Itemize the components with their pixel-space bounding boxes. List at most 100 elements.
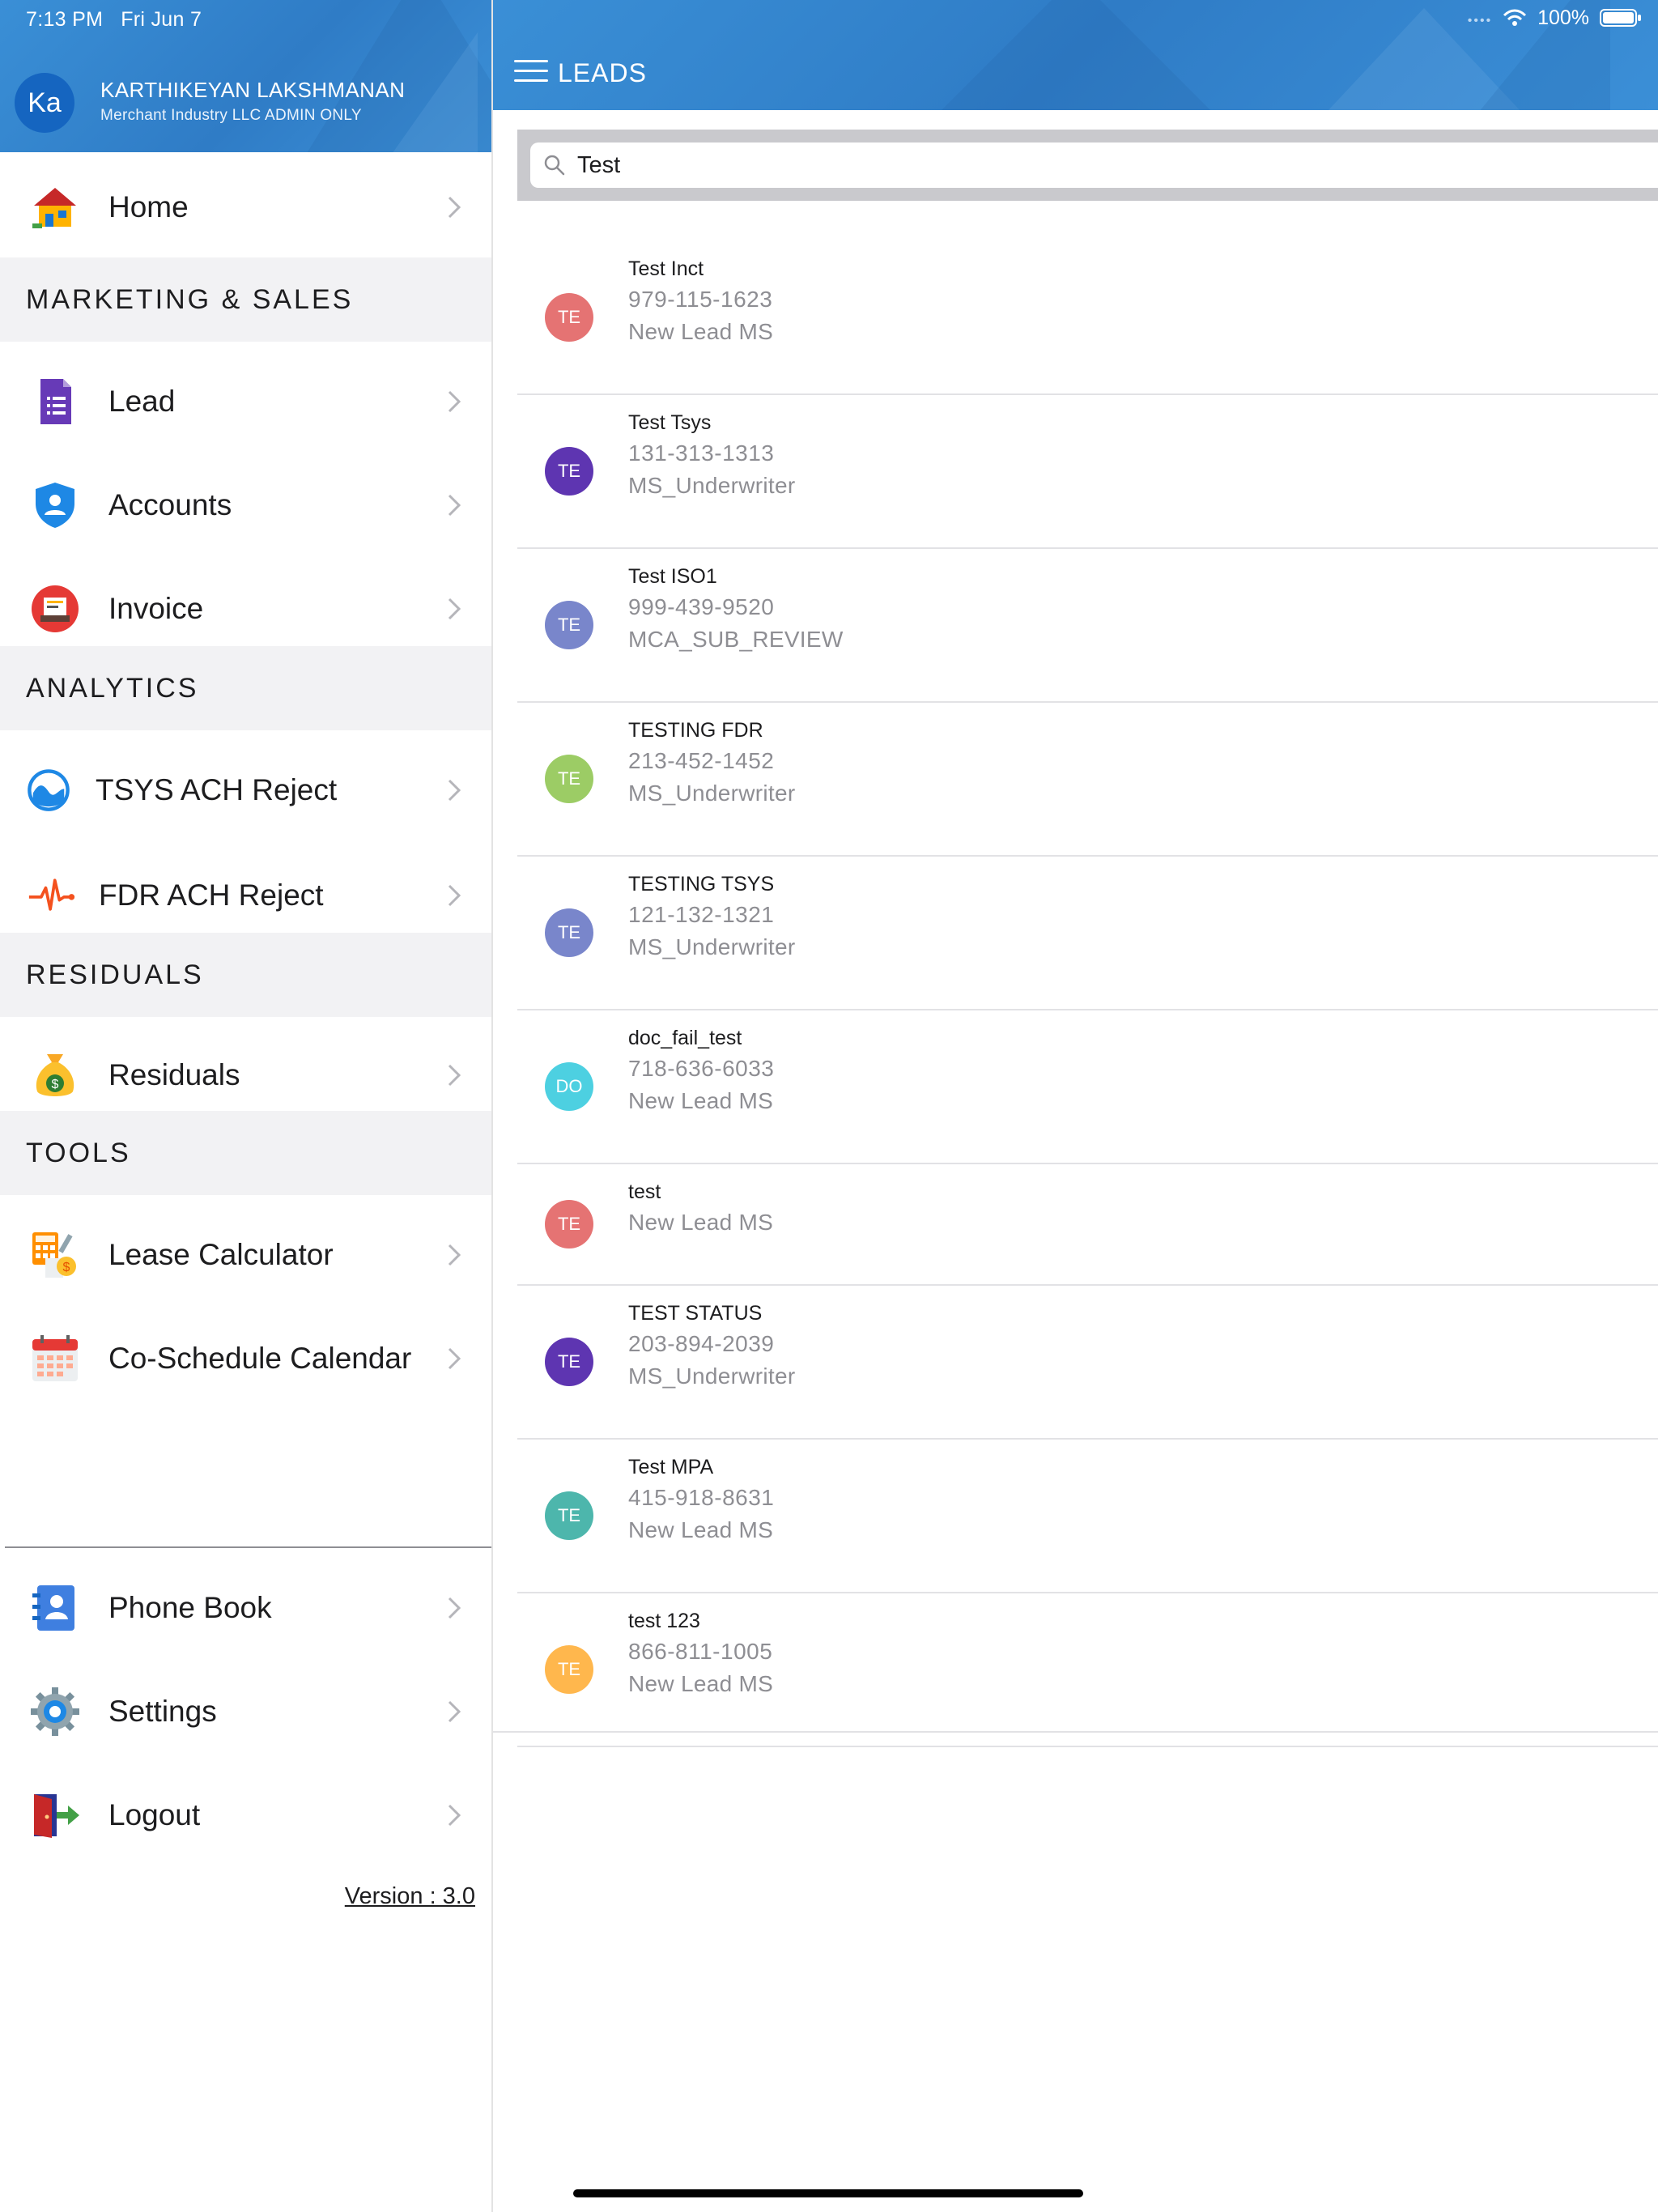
sidebar-header: 7:13 PM Fri Jun 7 Ka KARTHIKEYAN LAKSHMAN… bbox=[0, 0, 491, 152]
lead-avatar: DO bbox=[545, 1062, 593, 1111]
section-analytics: ANALYTICS bbox=[0, 646, 491, 730]
lead-avatar: TE bbox=[545, 293, 593, 342]
lead-name: test 123 bbox=[628, 1610, 700, 1632]
sidebar-item-phone-book[interactable]: Phone Book bbox=[0, 1559, 491, 1657]
sidebar-item-label: Accounts bbox=[108, 488, 232, 521]
chevron-right-icon bbox=[448, 779, 461, 802]
chevron-right-icon bbox=[448, 1064, 461, 1087]
lead-phone: 718-636-6033 bbox=[628, 1056, 775, 1081]
svg-text:$: $ bbox=[52, 1078, 59, 1091]
lead-phone: 203-894-2039 bbox=[628, 1331, 775, 1356]
section-residuals: RESIDUALS bbox=[0, 933, 491, 1017]
battery-icon bbox=[1600, 9, 1641, 27]
lead-status: MCA_SUB_REVIEW bbox=[628, 627, 844, 652]
lead-phone: 131-313-1313 bbox=[628, 440, 775, 466]
lead-phone: 213-452-1452 bbox=[628, 748, 775, 773]
leads-list: TE Test Inct 979-115-1623 New Lead MS TE Test… bbox=[517, 241, 1658, 1747]
sidebar-divider bbox=[5, 1546, 491, 1548]
house-icon bbox=[32, 188, 76, 228]
lead-status: New Lead MS bbox=[628, 1210, 774, 1235]
chevron-right-icon bbox=[448, 494, 461, 517]
lead-status: MS_Underwriter bbox=[628, 473, 796, 498]
sidebar-item-lead[interactable]: Lead bbox=[0, 353, 491, 450]
sidebar-item-invoice[interactable]: Invoice bbox=[0, 560, 491, 657]
lead-row[interactable]: TE test New Lead MS bbox=[517, 1164, 1658, 1286]
sidebar-item-label: FDR ACH Reject bbox=[99, 878, 324, 912]
lead-row[interactable]: TE Test Inct 979-115-1623 New Lead MS bbox=[517, 241, 1658, 395]
sidebar-item-fdr-ach-reject[interactable]: FDR ACH Reject bbox=[0, 847, 491, 944]
svg-text:$: $ bbox=[63, 1261, 70, 1274]
search-bar bbox=[517, 130, 1658, 201]
lead-row[interactable]: TE Test ISO1 999-439-9520 MCA_SUB_REVIEW bbox=[517, 549, 1658, 703]
lead-phone: 979-115-1623 bbox=[628, 287, 773, 312]
lead-status: MS_Underwriter bbox=[628, 1363, 796, 1389]
lead-status: New Lead MS bbox=[628, 1088, 774, 1113]
sidebar-item-accounts[interactable]: Accounts bbox=[0, 457, 491, 554]
calendar-icon bbox=[32, 1335, 78, 1381]
search-input[interactable] bbox=[577, 143, 1630, 188]
lead-name: Test ISO1 bbox=[628, 565, 717, 588]
lead-avatar: TE bbox=[545, 1491, 593, 1540]
cellular-icon: •••• bbox=[1467, 14, 1493, 28]
shield-user-icon bbox=[36, 483, 74, 528]
sidebar-item-label: Settings bbox=[108, 1695, 217, 1728]
sidebar-item-logout[interactable]: Logout bbox=[0, 1767, 491, 1864]
sidebar-item-co-schedule-calendar[interactable]: Co-Schedule Calendar bbox=[0, 1310, 491, 1407]
lead-status: New Lead MS bbox=[628, 319, 774, 344]
status-indicators: •••• 100% bbox=[1468, 6, 1642, 30]
lead-name: TESTING FDR bbox=[628, 719, 763, 742]
lead-avatar: TE bbox=[545, 755, 593, 803]
home-indicator[interactable] bbox=[573, 2189, 1083, 2197]
sidebar-item-label: Home bbox=[108, 190, 189, 223]
lead-avatar: TE bbox=[545, 447, 593, 496]
contacts-icon bbox=[32, 1585, 74, 1631]
chevron-right-icon bbox=[448, 1700, 461, 1723]
chevron-right-icon bbox=[448, 1244, 461, 1266]
lead-name: test bbox=[628, 1180, 661, 1203]
sidebar-item-label: Lease Calculator bbox=[108, 1238, 334, 1271]
sidebar: 7:13 PM Fri Jun 7 Ka KARTHIKEYAN LAKSHMAN… bbox=[0, 0, 493, 2212]
sidebar-item-tsys-ach-reject[interactable]: TSYS ACH Reject bbox=[0, 742, 491, 839]
lead-phone: 121-132-1321 bbox=[628, 902, 775, 927]
lead-row[interactable]: TE TESTING TSYS 121-132-1321 MS_Underwriter bbox=[517, 857, 1658, 1010]
lead-row[interactable]: TE TEST STATUS 203-894-2039 MS_Underwriter bbox=[517, 1286, 1658, 1440]
lead-row[interactable]: DO doc_fail_test 718-636-6033 New Lead MS bbox=[517, 1010, 1658, 1164]
chevron-right-icon bbox=[448, 196, 461, 219]
lead-row[interactable]: TE Test Tsys 131-313-1313 MS_Underwriter bbox=[517, 395, 1658, 549]
lead-row[interactable]: TE test 123 866-811-1005 New Lead MS bbox=[517, 1593, 1658, 1747]
lead-name: Test MPA bbox=[628, 1456, 714, 1478]
sidebar-item-residuals[interactable]: $ Residuals bbox=[0, 1027, 491, 1124]
sidebar-item-label: Phone Book bbox=[108, 1591, 272, 1624]
gear-icon bbox=[31, 1687, 79, 1736]
calculator-icon: $ bbox=[32, 1232, 76, 1278]
lead-name: doc_fail_test bbox=[628, 1027, 742, 1049]
search-field[interactable] bbox=[530, 143, 1658, 188]
top-bar: •••• 100% LEADS bbox=[493, 0, 1658, 110]
wifi-icon bbox=[1503, 9, 1527, 26]
version-label[interactable]: Version : 3.0 bbox=[345, 1883, 475, 1910]
lead-avatar: TE bbox=[545, 601, 593, 649]
money-bag-icon: $ bbox=[36, 1054, 74, 1096]
chevron-right-icon bbox=[448, 390, 461, 413]
user-name: KARTHIKEYAN LAKSHMANAN bbox=[100, 78, 406, 102]
lead-name: Test Inct bbox=[628, 257, 704, 280]
sidebar-item-settings[interactable]: Settings bbox=[0, 1663, 491, 1760]
exit-door-icon bbox=[34, 1794, 79, 1838]
lead-status: MS_Underwriter bbox=[628, 934, 796, 959]
page-title: LEADS bbox=[558, 58, 647, 87]
sidebar-item-lease-calculator[interactable]: $ Lease Calculator bbox=[0, 1206, 491, 1304]
lead-row[interactable]: TE TESTING FDR 213-452-1452 MS_Underwriter bbox=[517, 703, 1658, 857]
sidebar-item-label: Invoice bbox=[108, 592, 204, 625]
lead-row[interactable]: TE Test MPA 415-918-8631 New Lead MS bbox=[517, 1440, 1658, 1593]
lead-avatar: TE bbox=[545, 908, 593, 957]
lead-avatar: TE bbox=[545, 1645, 593, 1694]
chevron-right-icon bbox=[448, 1347, 461, 1370]
lead-avatar: TE bbox=[545, 1338, 593, 1386]
user-org: Merchant Industry LLC ADMIN ONLY bbox=[100, 107, 362, 124]
lead-phone: 999-439-9520 bbox=[628, 594, 775, 619]
hamburger-menu-icon[interactable] bbox=[514, 60, 548, 87]
sidebar-item-home[interactable]: Home bbox=[0, 159, 491, 256]
chevron-right-icon bbox=[448, 884, 461, 907]
avatar[interactable]: Ka bbox=[15, 73, 74, 133]
sidebar-item-label: Logout bbox=[108, 1798, 201, 1831]
